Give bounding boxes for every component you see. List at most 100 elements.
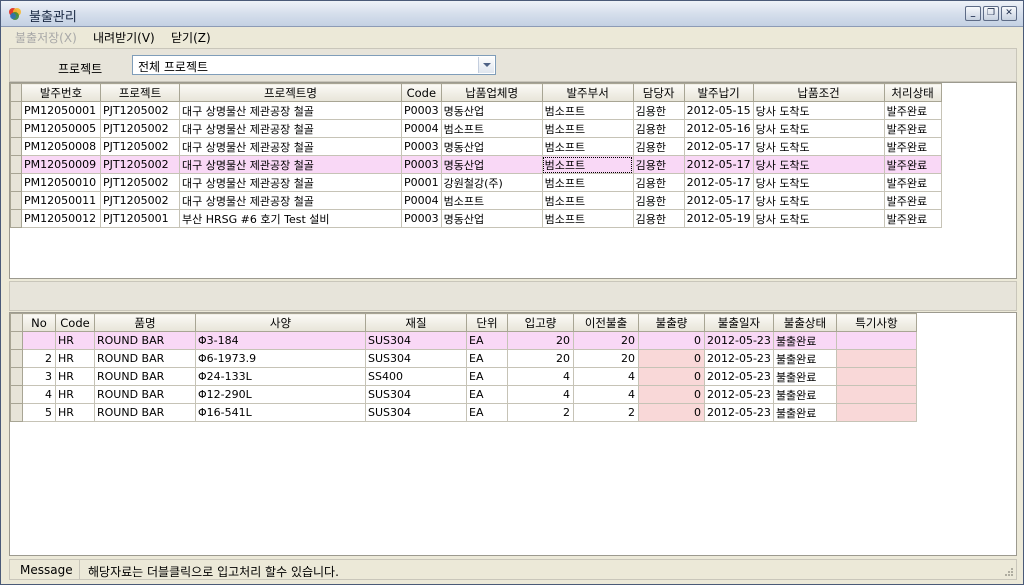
order-cell[interactable]: PJT1205002 [100,119,180,138]
order-cell[interactable]: 2012-05-17 [683,155,754,174]
item-column-header[interactable]: 특기사항 [835,313,917,332]
item-cell[interactable]: EA [466,331,508,350]
item-cell[interactable]: 3 [22,367,56,386]
item-cell[interactable]: 2012-05-23 [704,385,774,404]
item-cell[interactable]: Φ6-1973.9 [195,349,366,368]
item-column-header[interactable]: 불출량 [638,313,705,332]
item-cell[interactable]: 불출완료 [772,349,837,368]
item-cell[interactable]: 4 [573,385,639,404]
order-cell[interactable]: 대구 상명물산 제관공장 철골 [179,173,402,192]
item-cell[interactable]: EA [466,349,508,368]
order-cell[interactable]: 대구 상명물산 제관공장 철골 [179,191,402,210]
minimize-icon[interactable]: _ [965,6,981,21]
order-cell[interactable]: 김용한 [632,191,685,210]
row-selector[interactable] [10,137,22,156]
item-cell[interactable]: HR [55,403,95,422]
item-cell[interactable]: EA [466,403,508,422]
resize-grip-icon[interactable] [1004,567,1014,577]
order-cell[interactable]: 범소프트 [440,119,543,138]
order-row[interactable]: PM12050010 PJT1205002 대구 상명물산 제관공장 철골 P0001… [10,173,942,192]
order-cell[interactable]: 김용한 [632,101,685,120]
order-cell[interactable]: 당사 도착도 [752,119,885,138]
row-selector[interactable] [10,101,22,120]
item-cell[interactable]: 20 [573,331,639,350]
order-cell[interactable]: PJT1205002 [100,173,180,192]
order-cell[interactable]: 발주완료 [883,137,942,156]
menu-download[interactable]: 내려받기(V) [93,29,155,46]
order-row[interactable]: PM12050011 PJT1205002 대구 상명물산 제관공장 철골 P0004… [10,191,942,210]
item-cell[interactable]: 2012-05-23 [704,331,774,350]
order-cell[interactable]: P0003 [401,155,442,174]
order-cell[interactable]: PJT1205002 [100,155,180,174]
item-cell[interactable]: EA [466,385,508,404]
item-cell[interactable]: 불출완료 [772,385,837,404]
order-cell[interactable]: P0003 [401,137,442,156]
item-cell[interactable]: 0 [638,349,705,368]
order-cell[interactable]: 명동산업 [440,137,543,156]
order-column-header[interactable]: 처리상태 [883,83,942,102]
order-column-header[interactable]: 발주부서 [541,83,634,102]
order-cell[interactable]: 당사 도착도 [752,173,885,192]
menu-close[interactable]: 닫기(Z) [171,29,211,46]
item-cell[interactable]: 불출완료 [772,403,837,422]
order-column-header[interactable]: 납품조건 [752,83,885,102]
order-cell[interactable]: P0004 [401,191,442,210]
item-cell[interactable]: 5 [22,403,56,422]
menu-save[interactable]: 불출저장(X) [15,29,77,46]
order-column-header[interactable]: 발주납기 [683,83,754,102]
order-cell[interactable]: 2012-05-17 [683,173,754,192]
order-row[interactable]: PM12050001 PJT1205002 대구 상명물산 제관공장 철골 P0003… [10,101,942,120]
item-cell[interactable]: 4 [507,385,574,404]
order-cell[interactable]: P0004 [401,119,442,138]
item-cell[interactable]: 4 [573,367,639,386]
item-cell[interactable]: 불출완료 [772,367,837,386]
order-cell[interactable]: 당사 도착도 [752,137,885,156]
item-column-header[interactable]: 품명 [94,313,196,332]
item-cell[interactable] [835,331,917,350]
item-cell[interactable] [22,331,56,350]
item-cell[interactable]: 2 [22,349,56,368]
order-cell[interactable]: 범소프트 [541,173,634,192]
order-row[interactable]: PM12050012 PJT1205001 부산 HRSG #6 호기 Test 설… [10,209,942,228]
item-cell[interactable]: Φ16-541L [195,403,366,422]
order-cell[interactable]: 당사 도착도 [752,101,885,120]
order-cell[interactable]: 당사 도착도 [752,209,885,228]
row-selector[interactable] [10,191,22,210]
item-column-header[interactable]: Code [55,313,95,332]
row-selector[interactable] [10,155,22,174]
item-cell[interactable]: 2 [507,403,574,422]
order-column-header[interactable]: 담당자 [632,83,685,102]
item-cell[interactable]: 2012-05-23 [704,367,774,386]
order-cell[interactable]: 발주완료 [883,119,942,138]
order-cell[interactable]: PJT1205002 [100,137,180,156]
item-cell[interactable]: ROUND BAR [94,385,196,404]
order-cell[interactable]: PM12050010 [21,173,101,192]
order-cell[interactable]: PM12050005 [21,119,101,138]
item-cell[interactable]: EA [466,367,508,386]
order-cell[interactable]: 당사 도착도 [752,155,885,174]
item-cell[interactable]: SUS304 [365,385,467,404]
item-cell[interactable]: SUS304 [365,403,467,422]
project-select[interactable]: 전체 프로젝트 [132,55,496,75]
order-cell[interactable]: PM12050009 [21,155,101,174]
order-cell[interactable]: 김용한 [632,155,685,174]
row-selector[interactable] [10,385,23,404]
order-row[interactable]: PM12050009 PJT1205002 대구 상명물산 제관공장 철골 P0003… [10,155,942,174]
order-cell[interactable]: 2012-05-17 [683,137,754,156]
order-cell[interactable]: 명동산업 [440,101,543,120]
order-cell[interactable]: 명동산업 [440,209,543,228]
item-cell[interactable]: 0 [638,367,705,386]
order-cell[interactable]: PM12050012 [21,209,101,228]
order-cell[interactable]: 발주완료 [883,191,942,210]
row-selector[interactable] [10,209,22,228]
item-cell[interactable]: ROUND BAR [94,331,196,350]
order-cell[interactable]: PM12050011 [21,191,101,210]
order-cell[interactable]: 범소프트 [440,191,543,210]
order-cell[interactable]: 부산 HRSG #6 호기 Test 설비 [179,209,402,228]
order-cell[interactable]: 김용한 [632,173,685,192]
item-cell[interactable] [835,367,917,386]
row-selector[interactable] [10,349,23,368]
order-cell[interactable]: PJT1205002 [100,101,180,120]
order-cell[interactable]: 범소프트 [541,191,634,210]
item-cell[interactable]: 2012-05-23 [704,349,774,368]
